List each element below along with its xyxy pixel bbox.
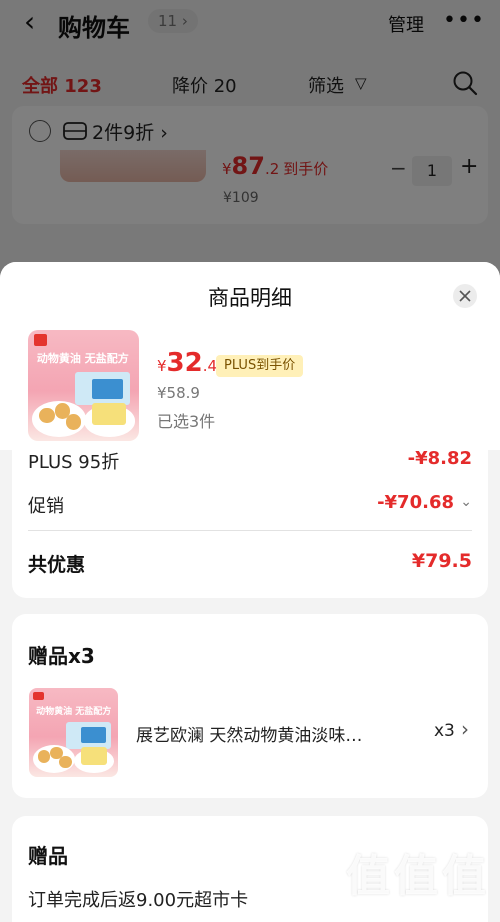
original-price: ¥58.9 xyxy=(157,384,200,402)
total-label: 共优惠 xyxy=(28,554,86,576)
total-discount-row: 共优惠 ¥79.5 xyxy=(28,550,472,580)
discount-breakdown: PLUS 95折 -¥8.82 促销 -¥70.68 ⌄ 共优惠 ¥79.5 xyxy=(12,448,488,598)
selected-count: 已选3件 xyxy=(157,412,216,431)
discount-label: PLUS 95折 xyxy=(28,452,120,473)
plus-price-tag: PLUS到手价 xyxy=(216,355,304,377)
gift-image[interactable]: 动物黄油 无盐配方 xyxy=(29,688,118,777)
sheet-title: 商品明细 xyxy=(208,286,292,310)
product-detail-sheet: 商品明细 动物黄油 无盐配方 ¥32.4 PLUS到手价 ¥58.9 已选3件 … xyxy=(0,262,500,922)
discount-value: -¥8.82 xyxy=(407,448,472,469)
close-button[interactable] xyxy=(453,284,477,308)
gift2-title: 赠品 xyxy=(28,844,68,868)
total-value: ¥79.5 xyxy=(411,550,472,572)
chevron-down-icon[interactable]: ⌄ xyxy=(460,494,472,510)
site-watermark: 值值值 zhizhizhi.com xyxy=(346,851,490,916)
discount-row-plus: PLUS 95折 -¥8.82 xyxy=(28,448,472,478)
gift-name[interactable]: 展艺欧澜 天然动物黄油淡味… xyxy=(136,721,398,746)
product-price: ¥32.4 xyxy=(157,348,218,378)
chevron-right-icon[interactable]: › xyxy=(461,717,469,741)
gift-quantity: x3 xyxy=(434,721,455,741)
discount-row-promo[interactable]: 促销 -¥70.68 ⌄ xyxy=(28,492,472,522)
discount-value: -¥70.68 xyxy=(377,492,454,513)
gift-title: 赠品x3 xyxy=(28,644,95,668)
gift2-description: 订单完成后返9.00元超市卡 xyxy=(28,890,249,911)
gift-section: 赠品x3 动物黄油 无盐配方 展艺欧澜 天然动物黄油淡味… x3 › xyxy=(12,614,488,798)
close-icon xyxy=(459,290,471,302)
product-image[interactable]: 动物黄油 无盐配方 xyxy=(28,330,139,441)
sheet-header: 商品明细 动物黄油 无盐配方 ¥32.4 PLUS到手价 ¥58.9 已选3件 xyxy=(0,262,500,450)
divider xyxy=(28,530,472,531)
discount-label: 促销 xyxy=(28,496,64,517)
